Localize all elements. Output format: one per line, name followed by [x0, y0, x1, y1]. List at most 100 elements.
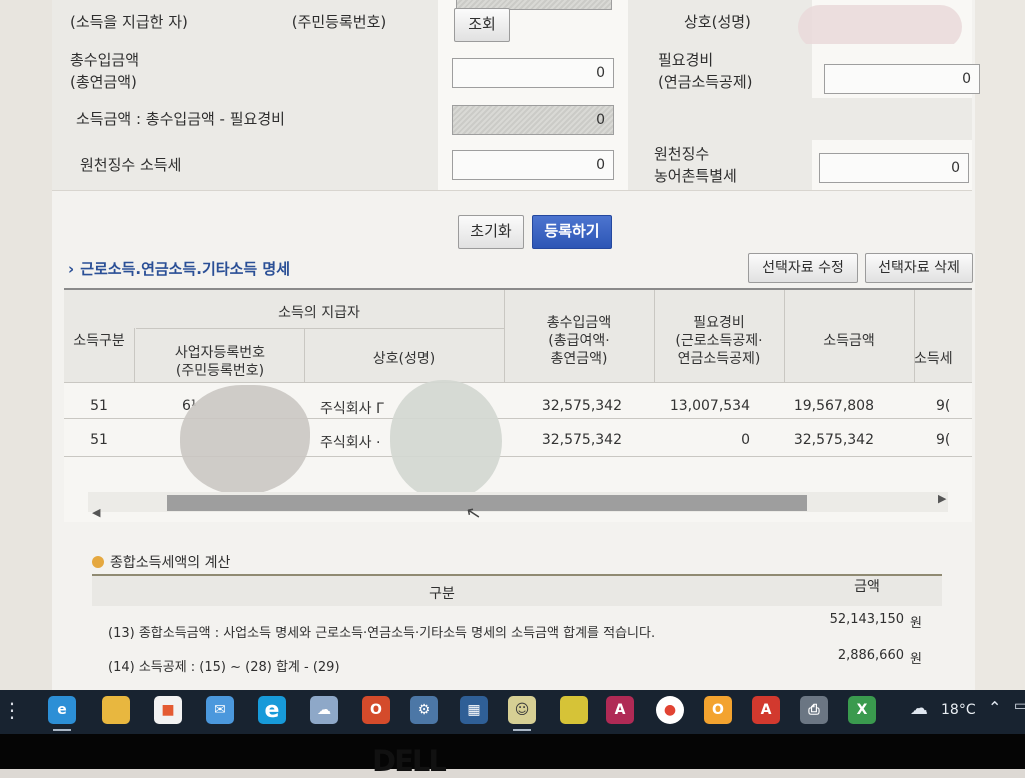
scroll-left-arrow-icon[interactable]: ◀ [92, 506, 100, 519]
income-header: 소득금액 [784, 330, 914, 352]
business-number-subheader: (주민등록번호) [136, 360, 304, 382]
column-divider [304, 328, 305, 382]
access-icon[interactable]: A [606, 696, 634, 724]
row-tax-partial: 9( [936, 432, 951, 448]
total-income-label: 총수입금액 (총연금액) [52, 44, 438, 98]
registration-number-label: (주민등록번호) [240, 0, 438, 44]
income-details-title: › 근로소득.연금소득.기타소득 명세 [68, 258, 290, 279]
register-button[interactable]: 등록하기 [532, 215, 612, 249]
summary-label: (14) 소득공제 : (15) ~ (28) 합계 - (29) [108, 660, 340, 675]
weather-temperature: 18°C [941, 702, 976, 718]
payer-header: 소득의 지급자 [134, 302, 504, 324]
system-tray-icon[interactable]: ▭ [1014, 698, 1025, 714]
reset-button[interactable]: 초기화 [458, 215, 524, 249]
mail-icon[interactable]: ✉ [206, 696, 234, 724]
row-expense: 13,007,534 [669, 398, 750, 414]
summary-unit: 원 [910, 616, 922, 631]
total-income-label-line-1: 총수입금액 [70, 51, 140, 69]
monitor-brand-logo: DELL [372, 744, 447, 778]
summary-unit: 원 [910, 652, 922, 667]
necessary-expense-label: 필요경비 (연금소득공제) [628, 44, 812, 98]
item-header: 구분 [429, 586, 455, 602]
section-bullet-icon [92, 556, 104, 568]
system-tray-chevron-icon[interactable]: ⌃ [988, 698, 1001, 717]
row-tax-partial: 9( [936, 398, 951, 414]
task-view-icon[interactable]: ⋮ [2, 698, 22, 722]
total-income-subheader-2: 총연금액) [504, 348, 654, 370]
store-icon[interactable]: ■ [154, 696, 182, 724]
tax-calculation-row: (14) 소득공제 : (15) ~ (28) 합계 - (29) 2,886,… [92, 648, 942, 682]
office-icon[interactable]: O [362, 696, 390, 724]
amount-header: 금액 [854, 579, 880, 595]
acrobat-icon[interactable]: A [752, 696, 780, 724]
summary-amount: 52,143,150 [829, 612, 904, 627]
column-divider [784, 290, 785, 382]
rural-special-tax-input[interactable]: 0 [819, 153, 969, 183]
outlook-icon[interactable]: O [704, 696, 732, 724]
right-page-margin [975, 0, 1025, 690]
header-bottom-border [64, 382, 972, 383]
redaction-blob [798, 5, 962, 49]
tax-header-partial: 소득세 [914, 348, 972, 370]
income-type-header: 소득구분 [64, 330, 134, 352]
rural-special-tax-label-line-2: 농어촌특별세 [654, 167, 737, 185]
edge-icon[interactable]: e [48, 696, 76, 724]
active-app-indicator [53, 729, 71, 731]
printer-icon[interactable]: ⎙ [800, 696, 828, 724]
total-income-label-line-2: (총연금액) [70, 73, 137, 91]
necessary-expense-label-line-1: 필요경비 [658, 51, 714, 69]
chevron-right-icon: › [68, 260, 75, 278]
tax-calculation-header: 구분 금액 [92, 574, 942, 606]
row-income: 19,567,808 [793, 398, 874, 414]
row-expense: 0 [741, 432, 750, 448]
lookup-button[interactable]: 조회 [454, 8, 510, 42]
row-income: 32,575,342 [793, 432, 874, 448]
company-name-label: 상호(성명) [628, 0, 812, 44]
tax-calculation-title-text: 종합소득세액의 계산 [110, 555, 231, 571]
delete-selected-button[interactable]: 선택자료 삭제 [865, 253, 973, 283]
column-divider [914, 290, 915, 382]
row-income-type: 51 [90, 398, 108, 414]
company-name-header: 상호(성명) [304, 348, 504, 370]
income-entry-form: (소득을 지급한 자) (주민등록번호) 조회 상호(성명) 총수입금액 (총연… [52, 0, 980, 191]
row-total-income: 32,575,342 [541, 398, 622, 414]
payer-header-divider [136, 328, 504, 329]
summary-label: (13) 종합소득금액 : 사업소득 명세와 근로소득·연금소득·기타소득 명세… [108, 626, 656, 641]
income-formula-label: 소득금액 : 총수입금액 - 필요경비 [52, 98, 438, 140]
app-icon[interactable]: ⚙ [410, 696, 438, 724]
column-divider [654, 290, 655, 382]
summary-amount: 2,886,660 [837, 648, 904, 663]
edit-selected-button[interactable]: 선택자료 수정 [748, 253, 858, 283]
withholding-tax-label: 원천징수 소득세 [52, 140, 438, 190]
column-divider [504, 290, 505, 382]
rural-special-tax-label-line-1: 원천징수 [654, 145, 710, 163]
sticky-notes-icon[interactable] [560, 696, 588, 724]
cloud-icon[interactable]: ☁ [310, 696, 338, 724]
excel-icon[interactable]: X [848, 696, 876, 724]
necessary-expense-input[interactable]: 0 [824, 64, 980, 94]
file-explorer-icon[interactable] [102, 696, 130, 724]
payer-label: (소득을 지급한 자) [52, 0, 240, 44]
active-app-indicator [513, 729, 531, 731]
tax-calculation-title: 종합소득세액의 계산 [92, 552, 230, 572]
calculator-icon[interactable]: ▦ [460, 696, 488, 724]
blank-label-cell [628, 98, 972, 140]
expense-subheader-2: 연금소득공제) [654, 348, 784, 370]
scroll-right-arrow-icon[interactable]: ▶ [938, 492, 946, 505]
rural-special-tax-label: 원천징수 농어촌특별세 [628, 140, 812, 190]
row-income-type: 51 [90, 432, 108, 448]
user-icon[interactable]: ☺ [508, 696, 536, 724]
chrome-icon[interactable]: ● [656, 696, 684, 724]
monitor-bezel [0, 734, 1025, 769]
row-total-income: 32,575,342 [541, 432, 622, 448]
horizontal-scrollbar-thumb[interactable] [167, 495, 807, 511]
internet-explorer-icon[interactable]: e [258, 696, 286, 724]
weather-icon[interactable]: ☁ [910, 698, 928, 719]
privacy-redaction-blob [390, 380, 502, 500]
withholding-tax-input[interactable]: 0 [452, 150, 614, 180]
income-amount-readonly: 0 [452, 105, 614, 135]
total-income-input[interactable]: 0 [452, 58, 614, 88]
left-page-margin [0, 0, 52, 690]
income-details-title-text: 근로소득.연금소득.기타소득 명세 [80, 260, 291, 278]
column-divider [134, 328, 135, 382]
